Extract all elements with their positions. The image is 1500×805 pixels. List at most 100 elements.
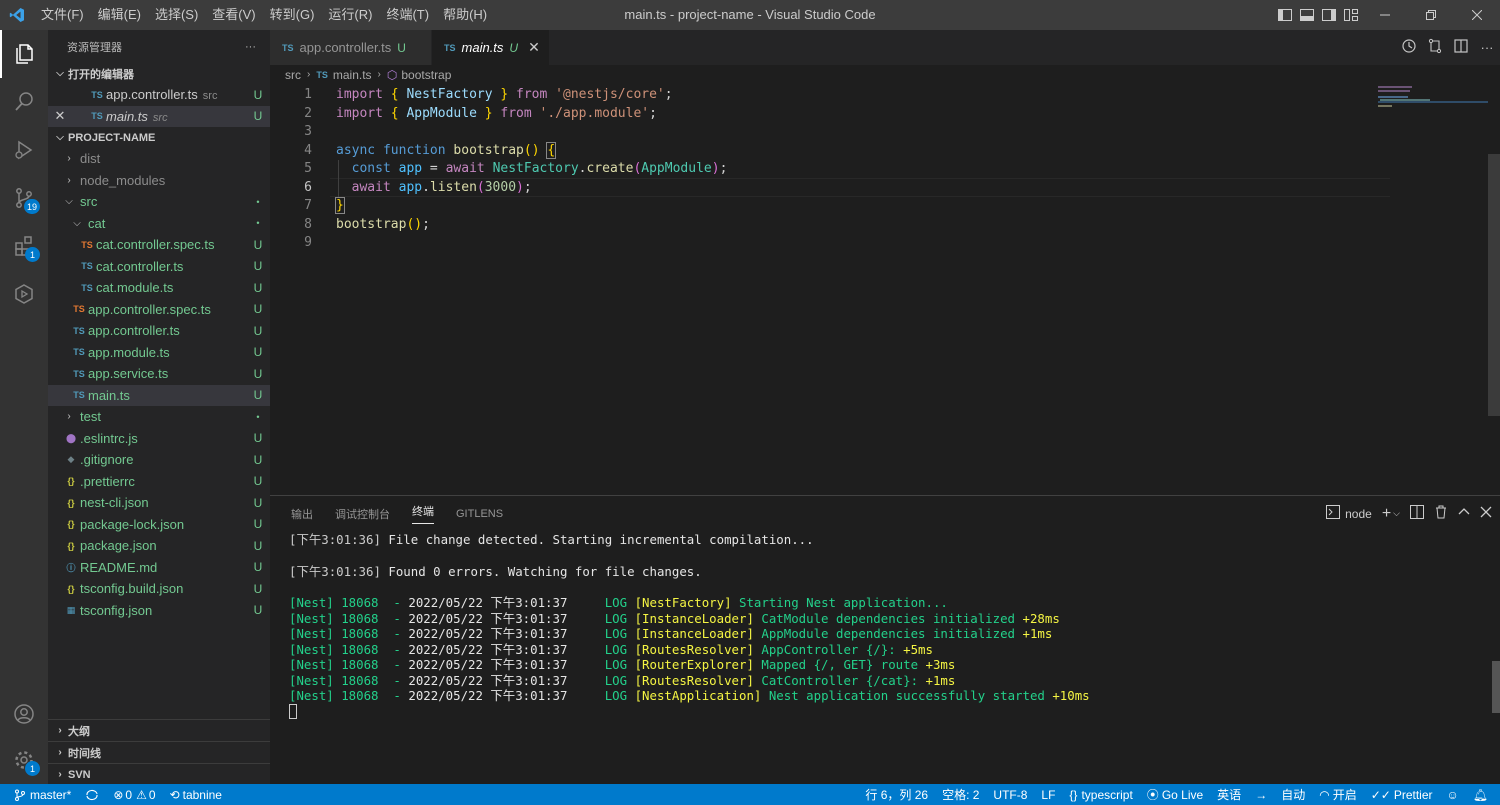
explorer-icon[interactable] [0, 30, 48, 78]
split-terminal-icon[interactable] [1410, 505, 1424, 522]
auto-mode[interactable]: 自动 [1274, 786, 1312, 803]
svn-section[interactable]: › SVN [48, 763, 270, 785]
close-icon[interactable]: ✕ [48, 108, 72, 124]
code-editor[interactable]: 1 2 3 4 5 6 7 8 9 import { NestFactory }… [270, 84, 1390, 495]
problems-status[interactable]: ⊗ 0 ⚠ 0 [106, 788, 162, 802]
search-icon[interactable] [0, 78, 48, 126]
open-status[interactable]: ◠ 开启 [1312, 786, 1364, 803]
branch-status[interactable]: master* [0, 788, 78, 802]
minimize-icon[interactable] [1362, 0, 1408, 30]
breadcrumb-src[interactable]: src [285, 68, 301, 82]
tree-folder-test[interactable]: › test • [48, 406, 270, 428]
indentation[interactable]: 空格: 2 [935, 786, 986, 803]
language-mode[interactable]: {} typescript [1062, 788, 1139, 802]
input-language[interactable]: 英语 [1210, 786, 1248, 803]
tabnine-status[interactable]: ⟲ tabnine [163, 788, 229, 802]
tab-main-ts[interactable]: TS main.ts U ✕ [432, 30, 550, 65]
more-actions-icon[interactable]: ··· [1474, 40, 1500, 55]
tree-file[interactable]: {} tsconfig.build.json U [48, 578, 270, 600]
tree-file[interactable]: ⓘ README.md U [48, 557, 270, 579]
remote-explorer-icon[interactable] [0, 270, 48, 318]
tab-terminal[interactable]: 终端 [401, 496, 445, 531]
customize-layout-icon[interactable] [1340, 0, 1362, 30]
open-editors-section[interactable]: ⌵ 打开的编辑器 [48, 63, 270, 84]
terminal-name[interactable]: node [1345, 507, 1372, 521]
menu-run[interactable]: 运行(R) [321, 0, 379, 30]
toggle-secondary-sidebar-icon[interactable] [1318, 0, 1340, 30]
account-icon[interactable] [0, 690, 48, 738]
terminal-output[interactable]: [下午3:01:36] File change detected. Starti… [289, 532, 1090, 719]
timeline-history-icon[interactable] [1396, 38, 1422, 57]
settings-gear-icon[interactable]: 1 [0, 736, 48, 784]
menu-terminal[interactable]: 终端(T) [379, 0, 436, 30]
tree-file[interactable]: {} nest-cli.json U [48, 492, 270, 514]
tree-file[interactable]: TS app.controller.spec.ts U [48, 299, 270, 321]
tree-file[interactable]: ◆ .gitignore U [48, 449, 270, 471]
open-editor-item-active[interactable]: ✕ TS main.ts src U [48, 105, 270, 127]
tree-file[interactable]: {} package-lock.json U [48, 514, 270, 536]
typescript-file-icon: TS [316, 69, 328, 80]
toggle-panel-icon[interactable] [1296, 0, 1318, 30]
tab-output[interactable]: 输出 [280, 496, 324, 531]
project-section[interactable]: ⌵ PROJECT-NAME [48, 127, 270, 148]
double-check-icon: ✓✓ [1370, 787, 1391, 802]
tree-file[interactable]: {} .prettierrc U [48, 471, 270, 493]
editor-scrollbar[interactable] [1488, 154, 1500, 416]
prettier-status[interactable]: ✓✓ Prettier [1364, 788, 1440, 802]
tree-file[interactable]: TS app.controller.ts U [48, 320, 270, 342]
chevron-down-icon[interactable]: ⌵ [1393, 508, 1400, 519]
end-of-line[interactable]: LF [1034, 788, 1062, 802]
menu-help[interactable]: 帮助(H) [436, 0, 494, 30]
open-changes-icon[interactable] [1422, 38, 1448, 57]
tab-debug-console[interactable]: 调试控制台 [324, 496, 401, 531]
tree-file[interactable]: TS cat.controller.spec.ts U [48, 234, 270, 256]
breadcrumb-file[interactable]: main.ts [333, 68, 372, 82]
feedback-icon[interactable]: ☺ [1440, 788, 1466, 802]
tree-file[interactable]: TS app.module.ts U [48, 342, 270, 364]
restore-icon[interactable] [1408, 0, 1454, 30]
close-tab-icon[interactable]: ✕ [528, 39, 540, 56]
menu-file[interactable]: 文件(F) [34, 0, 91, 30]
toggle-sidebar-icon[interactable] [1274, 0, 1296, 30]
typescript-file-icon: TS [73, 368, 85, 379]
menu-selection[interactable]: 选择(S) [148, 0, 205, 30]
tree-file[interactable]: TS cat.module.ts U [48, 277, 270, 299]
tree-file[interactable]: ▦ tsconfig.json U [48, 600, 270, 622]
new-terminal-icon[interactable]: + [1382, 505, 1391, 523]
sync-icon[interactable] [78, 789, 106, 801]
notifications-bell-icon[interactable]: 🔔︎ [1466, 788, 1500, 802]
tab-app-controller[interactable]: TS app.controller.ts U [270, 30, 432, 65]
menu-view[interactable]: 查看(V) [205, 0, 262, 30]
menu-go[interactable]: 转到(G) [263, 0, 322, 30]
extensions-icon[interactable]: 1 [0, 222, 48, 270]
tree-file[interactable]: TS app.service.ts U [48, 363, 270, 385]
tree-folder-node-modules[interactable]: › node_modules [48, 170, 270, 192]
maximize-panel-icon[interactable] [1458, 506, 1470, 521]
tree-folder-dist[interactable]: › dist [48, 148, 270, 170]
tree-file[interactable]: TS cat.controller.ts U [48, 256, 270, 278]
menu-edit[interactable]: 编辑(E) [91, 0, 148, 30]
tree-file[interactable]: ⬤ .eslintrc.js U [48, 428, 270, 450]
minimap[interactable] [1378, 84, 1488, 144]
tree-file[interactable]: {} package.json U [48, 535, 270, 557]
trash-icon[interactable] [1434, 505, 1448, 522]
outline-section[interactable]: › 大纲 [48, 719, 270, 741]
tree-folder-cat[interactable]: ⌵ cat • [48, 213, 270, 235]
close-panel-icon[interactable] [1480, 506, 1492, 521]
tree-file-selected[interactable]: TS main.ts U [48, 384, 270, 406]
breadcrumb-symbol[interactable]: bootstrap [401, 68, 451, 82]
tree-folder-src[interactable]: ⌵ src • [48, 191, 270, 213]
encoding[interactable]: UTF-8 [986, 788, 1034, 802]
arrow-right-icon[interactable]: → [1248, 788, 1274, 802]
run-debug-icon[interactable] [0, 126, 48, 174]
tab-gitlens[interactable]: GITLENS [445, 496, 514, 531]
split-editor-icon[interactable] [1448, 38, 1474, 57]
source-control-icon[interactable]: 19 [0, 174, 48, 222]
timeline-section[interactable]: › 时间线 [48, 741, 270, 763]
cursor-position[interactable]: 行 6，列 26 [858, 786, 935, 803]
open-editor-item[interactable]: TS app.controller.ts src U [48, 84, 270, 106]
more-actions-icon[interactable]: ··· [245, 41, 256, 53]
terminal-scrollbar[interactable] [1492, 661, 1500, 713]
close-window-icon[interactable] [1454, 0, 1500, 30]
go-live[interactable]: ⦿ Go Live [1140, 786, 1210, 803]
